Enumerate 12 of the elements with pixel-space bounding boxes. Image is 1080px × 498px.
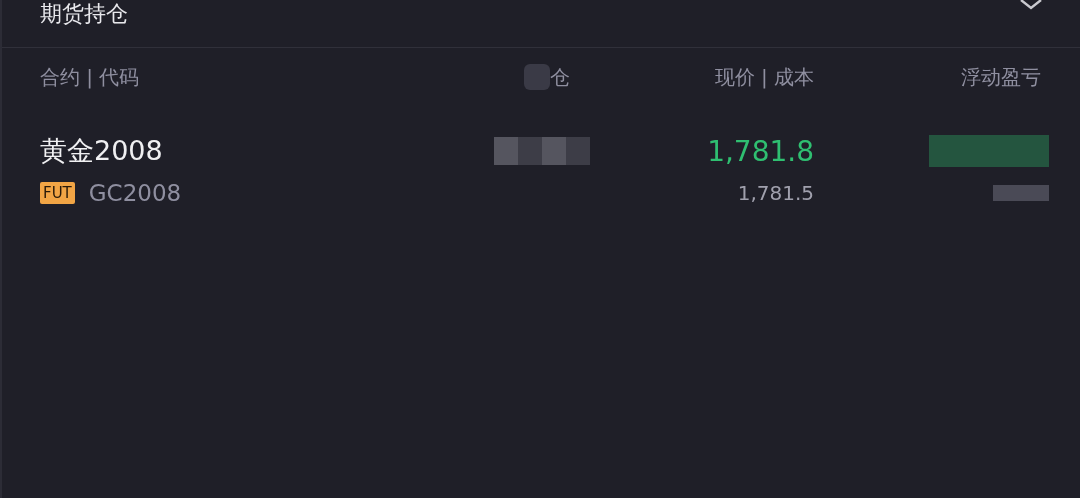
sheet-title: 期货持仓 (40, 2, 128, 26)
column-header: 现价 | 成本 (714, 63, 814, 91)
current-price: 1,781.8 (707, 134, 814, 168)
cost-price: 1,781.5 (737, 181, 814, 205)
column-header: 浮动盈亏 (961, 63, 1041, 91)
redaction-mask (524, 64, 550, 90)
contract-name: 黄金2008 (40, 134, 164, 168)
contract-code: GC2008 (88, 180, 182, 206)
column-header: 合约 | 代码 (40, 63, 141, 91)
redaction-mask (993, 185, 1049, 201)
futures-tag: FUT (40, 182, 75, 204)
column-header: 仓 (550, 63, 570, 91)
